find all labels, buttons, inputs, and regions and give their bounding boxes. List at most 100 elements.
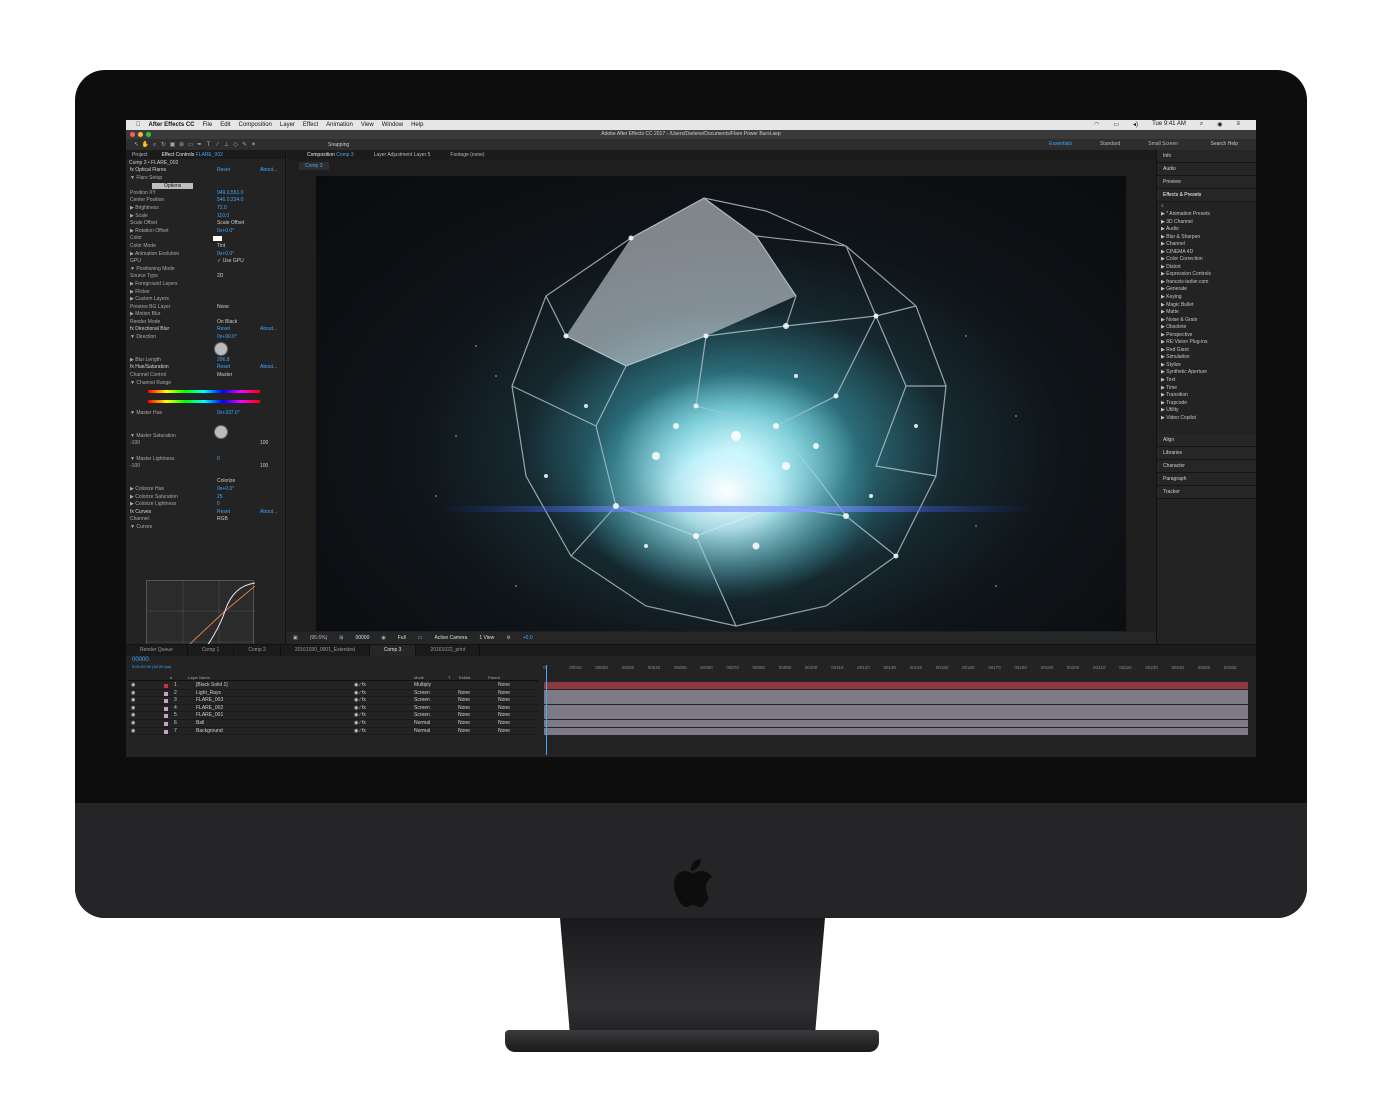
tab-footage[interactable]: Footage (none) [450, 152, 484, 158]
tab-composition[interactable]: Composition Comp 3 [307, 152, 354, 158]
effect-control-row[interactable]: Channel Control Master [130, 372, 285, 380]
effect-control-row[interactable]: ▼ Master Lightness 0 [130, 456, 285, 464]
layer-label-color[interactable] [164, 714, 168, 719]
effect-control-row[interactable]: Channel: RGB [130, 516, 285, 524]
layer-parent-select[interactable]: None [498, 728, 510, 736]
menu-help[interactable]: Help [411, 122, 423, 128]
panel-audio[interactable]: Audio [1157, 163, 1256, 176]
layer-row[interactable]: ◉ 2 Light_Rays ◉ ∕ fx Screen None None [128, 690, 538, 698]
layer-label-color[interactable] [164, 684, 168, 688]
effect-control-row[interactable]: Center Position 546.0,234.0 [130, 197, 285, 205]
effect-about-link[interactable]: About... [260, 167, 277, 175]
effect-control-option[interactable]: Scale Offset [217, 220, 244, 228]
effects-category[interactable]: ▶ Blur & Sharpen [1157, 234, 1256, 242]
type-tool-icon[interactable]: T [204, 141, 213, 149]
effect-control-row[interactable]: Options [130, 182, 285, 190]
effect-control-row[interactable]: Scale Offset Scale Offset [130, 220, 285, 228]
effects-category[interactable]: ▶ * Animation Presets [1157, 211, 1256, 219]
effect-control-row[interactable]: -100 100 [130, 463, 285, 471]
effect-control-value[interactable]: 546.0,234.0 [217, 197, 243, 205]
layer-row[interactable]: ◉ 6 Ball ◉ ∕ fx Normal None None [128, 720, 538, 728]
effects-category[interactable]: ▶ CINEMA 4D [1157, 249, 1256, 257]
menu-file[interactable]: File [203, 122, 213, 128]
effect-control-row[interactable]: fx Directional Blur Reset About... [130, 326, 285, 334]
effect-control-row[interactable] [130, 418, 285, 426]
layer-parent-select[interactable]: None [498, 712, 510, 720]
effects-category[interactable]: ▶ Simulation [1157, 354, 1256, 362]
layer-trkmat-select[interactable]: None [458, 690, 470, 698]
effects-category[interactable]: ▶ Noise & Grain [1157, 317, 1256, 325]
effect-control-row[interactable] [130, 448, 285, 456]
workspace-standard[interactable]: Standard [1100, 141, 1120, 147]
menu-view[interactable]: View [361, 122, 374, 128]
effects-category[interactable]: ▶ Perspective [1157, 332, 1256, 340]
layer-parent-select[interactable]: None [498, 682, 510, 690]
effects-category[interactable]: ▶ Generate [1157, 286, 1256, 294]
effect-control-value[interactable]: 0x+0.0° [217, 228, 234, 236]
effects-category[interactable]: ▶ Video Copilot [1157, 415, 1256, 423]
eraser-tool-icon[interactable]: ◇ [231, 141, 240, 149]
exposure-value[interactable]: +0.0 [523, 635, 533, 641]
effect-control-row[interactable] [130, 425, 285, 433]
effect-control-value[interactable]: Reset [217, 167, 230, 175]
timeline-tab[interactable]: 20161022_print [416, 645, 481, 656]
layer-mode-select[interactable]: Screen [414, 690, 430, 698]
tab-project[interactable]: Project [132, 152, 148, 158]
layer-switches[interactable]: ◉ ∕ fx [354, 690, 366, 698]
layer-label-color[interactable] [164, 722, 168, 726]
effect-control-row[interactable]: Source Type 2D [130, 273, 285, 281]
effect-control-option[interactable]: On Black [217, 319, 237, 327]
effect-control-row[interactable]: fx Hue/Saturation Reset About... [130, 364, 285, 372]
puppet-pin-tool-icon[interactable]: ✶ [249, 141, 258, 149]
frame-number[interactable]: 00000 [355, 635, 369, 641]
layer-label-color[interactable] [164, 706, 168, 711]
screen-mirror-icon[interactable]: ▭ [1113, 121, 1119, 128]
menu-animation[interactable]: Animation [326, 122, 353, 128]
layer-name[interactable]: FLARE_003 [196, 697, 223, 705]
spotlight-icon[interactable]: ⌕ [1200, 121, 1203, 128]
selection-tool-icon[interactable]: ↖ [132, 141, 141, 149]
effect-control-row[interactable]: ▼ Channel Range [130, 380, 285, 388]
effect-control-option[interactable]: 2D [217, 273, 223, 281]
effect-control-value[interactable]: 110.0 [217, 213, 229, 221]
pen-tool-icon[interactable]: ✒ [195, 141, 204, 149]
hand-tool-icon[interactable]: ✋ [141, 141, 150, 149]
effect-control-row[interactable]: ▶ Blur Length 296.8 [130, 357, 285, 365]
effects-category[interactable]: ▶ Expression Controls [1157, 271, 1256, 279]
layer-mode-select[interactable]: Normal [414, 720, 430, 728]
effect-control-row[interactable]: ▶ Motion Blur [130, 311, 285, 319]
effect-control-value[interactable]: Reset [217, 326, 230, 334]
effect-control-value[interactable]: 0x+0.0° [217, 486, 234, 494]
layer-trkmat-select[interactable]: None [458, 728, 470, 736]
effect-control-row[interactable]: ▶ Custom Layers [130, 296, 285, 304]
effect-control-value[interactable]: 296.8 [217, 357, 230, 365]
notification-center-icon[interactable]: ≡ [1236, 121, 1240, 128]
timeline-tab[interactable]: Comp 1 [188, 645, 235, 656]
layer-row[interactable]: ◉ 4 FLARE_002 ◉ ∕ fx Screen None None [128, 705, 538, 713]
time-ruler[interactable]: 0f 00010 00020 00030 00040 00050 00060 00070 000… [543, 665, 1247, 674]
layer-track-bar[interactable] [544, 727, 1248, 735]
visibility-eye-icon[interactable]: ◉ [131, 705, 135, 713]
always-preview-icon[interactable]: ▣ [293, 635, 298, 641]
layer-row[interactable]: ◉ 5 FLARE_001 ◉ ∕ fx Screen None None [128, 712, 538, 720]
effects-category[interactable]: ▶ Matte [1157, 309, 1256, 317]
effects-category[interactable]: ▶ Synthetic Aperture [1157, 369, 1256, 377]
roto-brush-tool-icon[interactable]: ✎ [240, 141, 249, 149]
panel-tracker[interactable]: Tracker [1157, 486, 1256, 500]
zoom-window-button[interactable] [146, 132, 151, 137]
effects-category[interactable]: ▶ Audio [1157, 226, 1256, 234]
layer-label-color[interactable] [164, 691, 168, 696]
effect-control-row[interactable]: ▼ Flare Setup [130, 175, 285, 183]
effect-control-option[interactable]: RGB [217, 516, 228, 524]
visibility-eye-icon[interactable]: ◉ [131, 690, 135, 698]
tab-layer[interactable]: Layer Adjustment Layer 5 [374, 152, 431, 158]
timeline-tab[interactable]: Comp 2 [234, 645, 281, 656]
effect-control-row[interactable]: Color Mode Tint [130, 243, 285, 251]
effect-control-row[interactable]: ▶ Foreground Layers [130, 281, 285, 289]
volume-icon[interactable]: ◂) [1133, 121, 1138, 128]
timeline-tab[interactable]: Comp 3 [369, 645, 417, 656]
layer-switches[interactable]: ◉ ∕ fx [354, 712, 366, 720]
layer-trkmat-select[interactable]: None [458, 705, 470, 713]
grid-overlay-icon[interactable]: ⊞ [339, 635, 343, 641]
playhead[interactable] [546, 665, 547, 755]
